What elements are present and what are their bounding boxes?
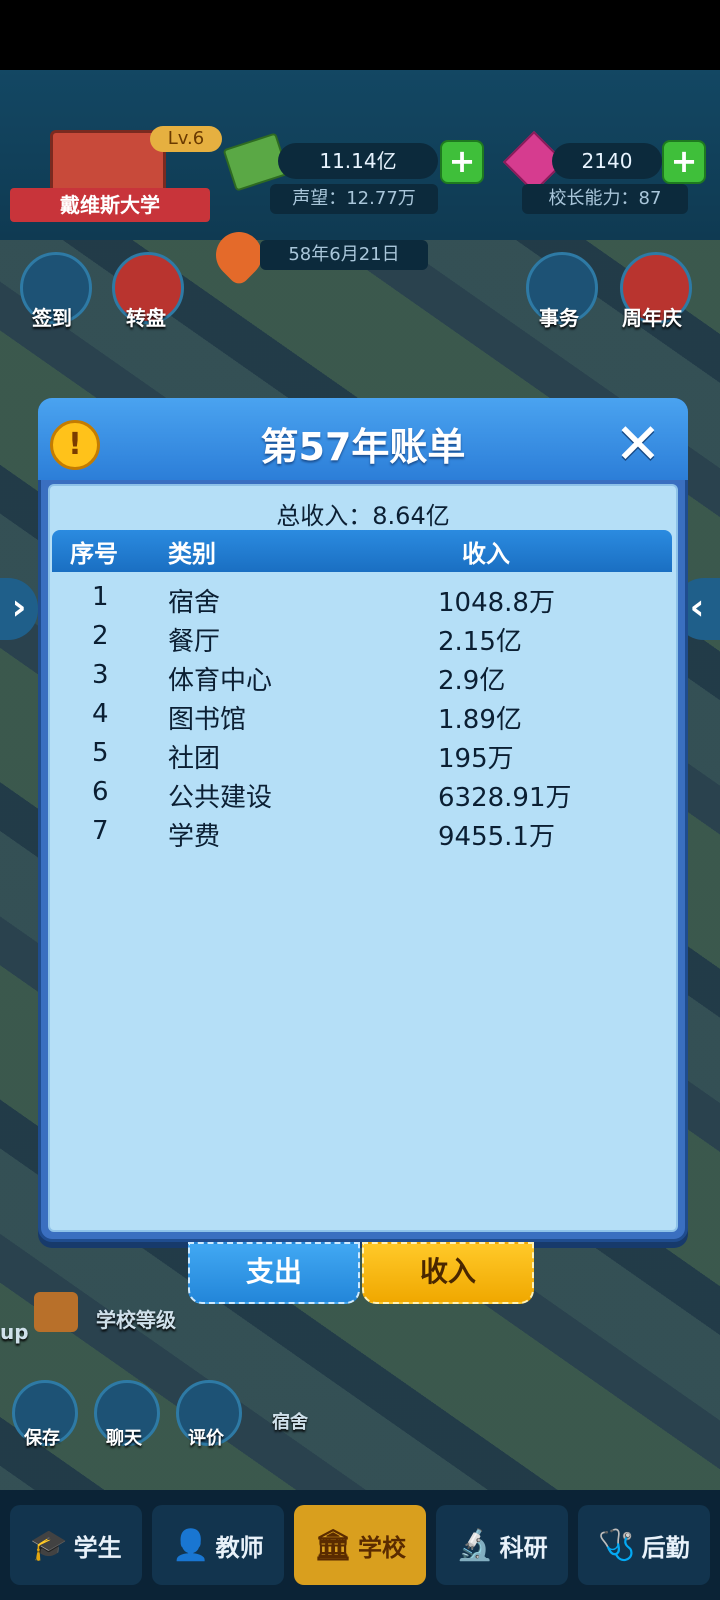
row-index: 6: [92, 777, 109, 807]
nav-research[interactable]: 🔬 科研: [436, 1505, 568, 1585]
column-income: 收入: [462, 540, 510, 568]
gem-value: 2140: [552, 143, 662, 179]
nav-teachers[interactable]: 👤 教师: [152, 1505, 284, 1585]
table-header: [52, 530, 672, 572]
total-value: 8.64亿: [372, 502, 450, 530]
row-category: 体育中心: [168, 666, 273, 696]
school-level-icon: [34, 1292, 78, 1332]
game-date: 58年6月21日: [260, 240, 428, 270]
dialog-body: [48, 484, 678, 1232]
row-income: 195万: [438, 744, 514, 774]
anniversary-label: 周年庆: [622, 306, 682, 330]
chat-label: 聊天: [106, 1428, 142, 1449]
reputation-value: 12.77万: [346, 188, 416, 209]
nav-students-label: 学生: [73, 1533, 122, 1562]
row-income: 2.9亿: [438, 666, 506, 696]
row-index: 2: [92, 621, 109, 651]
row-index: 4: [92, 699, 109, 729]
checkin-label: 签到: [32, 306, 72, 330]
principal-label: 校长能力：: [548, 188, 639, 209]
money-value: 11.14亿: [278, 143, 438, 179]
total-label: 总收入：: [276, 502, 373, 530]
column-category: 类别: [168, 540, 216, 568]
status-bar: [0, 0, 720, 70]
tab-income[interactable]: 收入: [362, 1242, 534, 1304]
row-income: 1.89亿: [438, 705, 522, 735]
nav-research-label: 科研: [499, 1533, 548, 1562]
row-index: 3: [92, 660, 109, 690]
nav-teachers-label: 教师: [215, 1533, 264, 1562]
add-money-button[interactable]: +: [440, 140, 484, 184]
affairs-label: 事务: [539, 306, 579, 330]
row-index: 5: [92, 738, 109, 768]
row-income: 6328.91万: [438, 783, 572, 813]
row-category: 学费: [168, 822, 221, 852]
microscope-icon: 🔬: [456, 1527, 494, 1563]
nav-school[interactable]: 🏛 学校: [294, 1505, 426, 1585]
add-gems-button[interactable]: +: [662, 140, 706, 184]
tab-expense[interactable]: 支出: [188, 1242, 360, 1304]
row-income: 9455.1万: [438, 822, 555, 852]
review-label: 评价: [188, 1428, 224, 1449]
nav-logistics[interactable]: 🩺 后勤: [578, 1505, 710, 1585]
person-icon: 👤: [172, 1527, 210, 1563]
first-aid-icon: 🩺: [598, 1527, 636, 1563]
school-level-label: 学校等级: [96, 1308, 176, 1332]
level-badge: Lv.6: [150, 126, 222, 152]
building-label: 宿舍: [272, 1412, 308, 1433]
nav-students[interactable]: 🎓 学生: [10, 1505, 142, 1585]
total-income: 总收入：8.64亿: [48, 496, 678, 531]
close-icon[interactable]: ✕: [612, 417, 664, 473]
reputation-label: 声望：: [292, 188, 347, 209]
nav-school-label: 学校: [358, 1533, 407, 1562]
row-income: 1048.8万: [438, 588, 555, 618]
reputation: 声望：12.77万: [270, 184, 438, 214]
school-name: 戴维斯大学: [10, 188, 210, 222]
row-category: 社团: [168, 744, 221, 774]
row-index: 7: [92, 816, 109, 846]
save-label: 保存: [24, 1428, 60, 1449]
wheel-label: 转盘: [126, 306, 166, 330]
row-index: 1: [92, 582, 109, 612]
row-category: 餐厅: [168, 627, 221, 657]
edge-text: up: [0, 1320, 29, 1344]
row-category: 公共建设: [168, 783, 273, 813]
dialog-title: 第57年账单: [260, 425, 466, 469]
principal-value: 87: [638, 188, 662, 209]
nav-logistics-label: 后勤: [641, 1533, 690, 1562]
building-columns-icon: 🏛: [313, 1527, 353, 1563]
row-income: 2.15亿: [438, 627, 522, 657]
graduation-cap-icon: 🎓: [30, 1527, 68, 1563]
school-badge[interactable]: Lv.6 戴维斯大学: [10, 120, 222, 230]
principal-ability: 校长能力：87: [522, 184, 688, 214]
row-category: 图书馆: [168, 705, 247, 735]
column-index: 序号: [70, 540, 118, 568]
row-category: 宿舍: [168, 588, 221, 618]
